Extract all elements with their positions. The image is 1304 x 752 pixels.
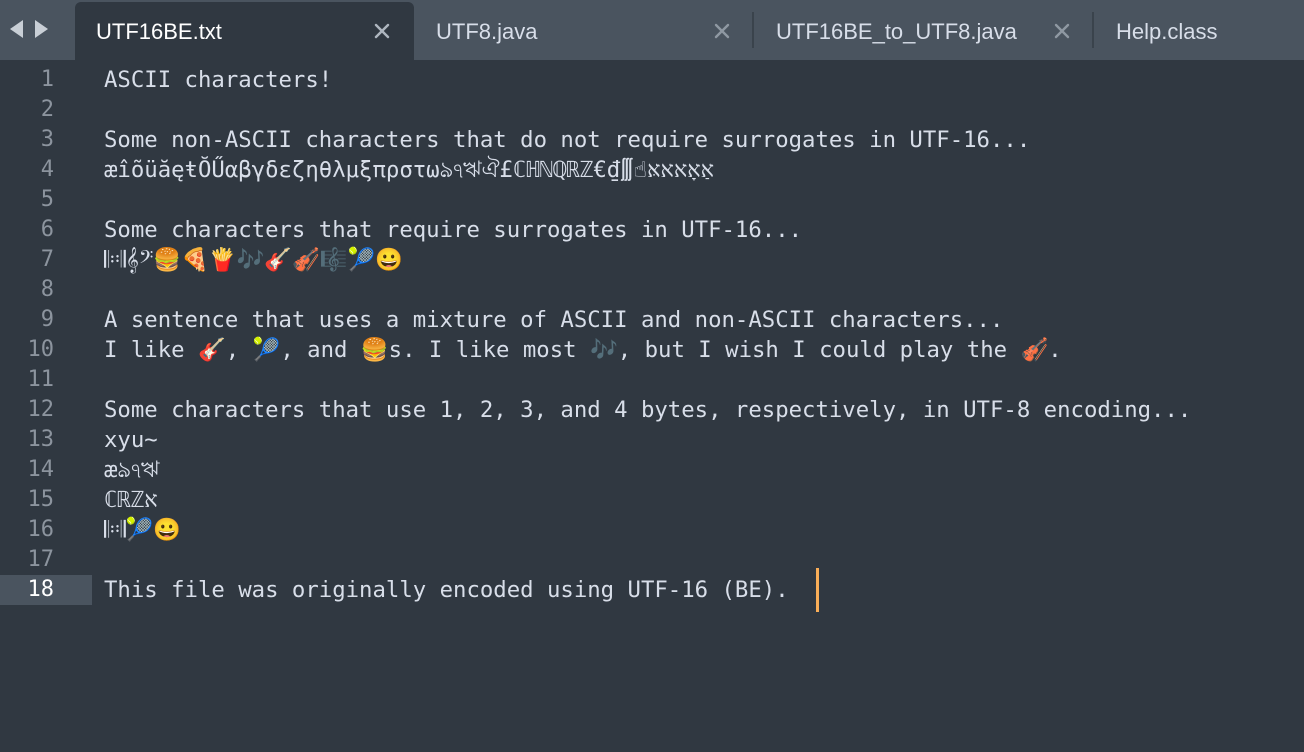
close-icon[interactable] bbox=[373, 22, 391, 40]
line-number: 4 bbox=[40, 157, 54, 182]
line-text: 𝄆𝄇🎾😀 bbox=[104, 517, 182, 543]
editor-line-current: 18 This file was originally encoded usin… bbox=[0, 575, 1304, 605]
gutter-cell: 10 bbox=[0, 335, 92, 365]
tab-label: UTF8.java bbox=[436, 19, 538, 44]
line-text: ℂℝℤא bbox=[104, 487, 158, 513]
line-text: Some non-ASCII characters that do not re… bbox=[104, 127, 1031, 153]
line-number: 6 bbox=[40, 217, 54, 242]
editor-line: 3 Some non-ASCII characters that do not … bbox=[0, 125, 1304, 155]
text-caret bbox=[816, 568, 819, 612]
line-number: 9 bbox=[40, 307, 54, 332]
line-number: 14 bbox=[27, 457, 55, 482]
gutter-cell: 4 bbox=[0, 155, 92, 185]
gutter-cell: 17 bbox=[0, 545, 92, 575]
line-number: 1 bbox=[40, 67, 54, 92]
gutter-cell: 13 bbox=[0, 425, 92, 455]
line-text: æঌঀঋ bbox=[104, 457, 160, 483]
gutter-cell: 5 bbox=[0, 185, 92, 215]
line-number: 16 bbox=[27, 517, 55, 542]
line-text: 𝄆𝄇𝄞𝄢🍔🍕🍟🎶🎸🎻🎼🎾😀 bbox=[104, 247, 404, 273]
gutter-cell: 9 bbox=[0, 305, 92, 335]
close-icon[interactable] bbox=[713, 22, 731, 40]
line-number: 12 bbox=[27, 397, 55, 422]
line-number: 3 bbox=[40, 127, 54, 152]
gutter-cell: 8 bbox=[0, 275, 92, 305]
editor-line: 6 Some characters that require surrogate… bbox=[0, 215, 1304, 245]
editor-line: 15 ℂℝℤא bbox=[0, 485, 1304, 515]
editor-line: 12 Some characters that use 1, 2, 3, and… bbox=[0, 395, 1304, 425]
line-number: 17 bbox=[27, 547, 55, 572]
line-number: 7 bbox=[40, 247, 54, 272]
gutter-cell-current: 18 bbox=[0, 575, 92, 605]
editor-line: 16 𝄆𝄇🎾😀 bbox=[0, 515, 1304, 545]
line-text: Some characters that require surrogates … bbox=[104, 217, 803, 243]
gutter-cell: 14 bbox=[0, 455, 92, 485]
gutter-cell: 12 bbox=[0, 395, 92, 425]
editor-line: 5 bbox=[0, 185, 1304, 215]
line-number: 5 bbox=[40, 187, 54, 212]
line-text: This file was originally encoded using U… bbox=[104, 577, 789, 603]
line-number: 11 bbox=[27, 367, 55, 392]
gutter-cell: 11 bbox=[0, 365, 92, 395]
close-icon[interactable] bbox=[1053, 22, 1071, 40]
editor-line: 14 æঌঀঋ bbox=[0, 455, 1304, 485]
tab-label: UTF16BE.txt bbox=[96, 19, 222, 44]
editor-line: 11 bbox=[0, 365, 1304, 395]
editor-line: 7 𝄆𝄇𝄞𝄢🍔🍕🍟🎶🎸🎻🎼🎾😀 bbox=[0, 245, 1304, 275]
editor-line: 2 bbox=[0, 95, 1304, 125]
tab-label: Help.class bbox=[1116, 19, 1218, 44]
line-number: 15 bbox=[27, 487, 55, 512]
editor-line: 1 ASCII characters! bbox=[0, 65, 1304, 95]
editor-line: 13 xyu~ bbox=[0, 425, 1304, 455]
tab-utf16be-to-utf8-java[interactable]: UTF16BE_to_UTF8.java bbox=[754, 2, 1092, 60]
back-arrow-icon[interactable] bbox=[8, 18, 26, 40]
line-text: æîõüăęŧŎŰαβγδεζηθλμξπρστωঌঀঋঐ£ℂℍℕℚℝℤ€₫∭☝… bbox=[104, 157, 714, 183]
navigation-arrows bbox=[8, 18, 58, 40]
line-text: xyu~ bbox=[104, 427, 158, 453]
editor-line: 9 A sentence that uses a mixture of ASCI… bbox=[0, 305, 1304, 335]
editor-line: 4 æîõüăęŧŎŰαβγδεζηθλμξπρστωঌঀঋঐ£ℂℍℕℚℝℤ€₫… bbox=[0, 155, 1304, 185]
line-number: 18 bbox=[27, 577, 55, 602]
tab-help-class[interactable]: Help.class bbox=[1094, 2, 1304, 60]
gutter-cell: 2 bbox=[0, 95, 92, 125]
tab-label: UTF16BE_to_UTF8.java bbox=[776, 19, 1017, 44]
editor-line: 8 bbox=[0, 275, 1304, 305]
line-text: I like 🎸, 🎾, and 🍔s. I like most 🎶, but … bbox=[104, 337, 1062, 363]
gutter-cell: 16 bbox=[0, 515, 92, 545]
tab-utf16be-txt[interactable]: UTF16BE.txt bbox=[75, 2, 414, 60]
line-number: 10 bbox=[27, 337, 55, 362]
editor-line: 17 bbox=[0, 545, 1304, 575]
line-text: Some characters that use 1, 2, 3, and 4 … bbox=[104, 397, 1192, 423]
line-number: 8 bbox=[40, 277, 54, 302]
line-number: 13 bbox=[27, 427, 55, 452]
line-text: ASCII characters! bbox=[104, 67, 333, 93]
editor-area[interactable]: 1 ASCII characters! 2 3 Some non-ASCII c… bbox=[0, 60, 1304, 752]
line-number: 2 bbox=[40, 97, 54, 122]
editor-line: 10 I like 🎸, 🎾, and 🍔s. I like most 🎶, b… bbox=[0, 335, 1304, 365]
forward-arrow-icon[interactable] bbox=[32, 18, 50, 40]
gutter-cell: 6 bbox=[0, 215, 92, 245]
gutter-cell: 7 bbox=[0, 245, 92, 275]
tab-utf8-java[interactable]: UTF8.java bbox=[414, 2, 752, 60]
gutter-cell: 15 bbox=[0, 485, 92, 515]
gutter-cell: 1 bbox=[0, 65, 92, 95]
line-text: A sentence that uses a mixture of ASCII … bbox=[104, 307, 1004, 333]
gutter-cell: 3 bbox=[0, 125, 92, 155]
tab-bar: UTF16BE.txt UTF8.java UTF16BE_to_UTF8.ja… bbox=[0, 0, 1304, 60]
